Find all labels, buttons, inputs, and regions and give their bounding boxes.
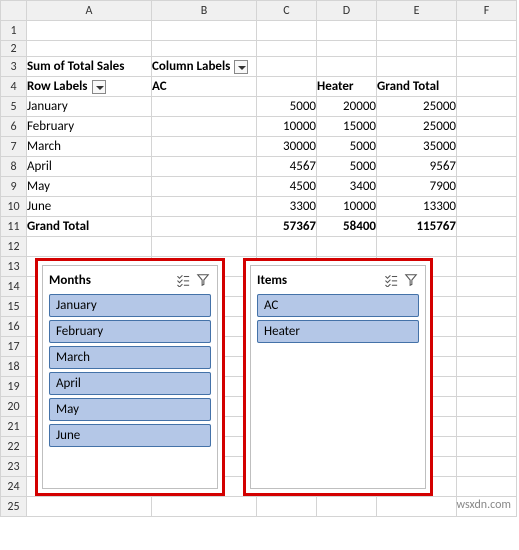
pivot-value[interactable]: 3400 — [317, 177, 377, 197]
pivot-value[interactable]: 30000 — [257, 137, 317, 157]
row-header[interactable]: 11 — [1, 217, 27, 237]
pivot-col-hdr[interactable]: Grand Total — [377, 77, 457, 97]
pivot-value[interactable]: 25000 — [377, 117, 457, 137]
row-header[interactable]: 19 — [1, 377, 27, 397]
slicer-item[interactable]: March — [49, 346, 211, 369]
row-header[interactable]: 8 — [1, 157, 27, 177]
slicer-item[interactable]: April — [49, 372, 211, 395]
row-header[interactable]: 16 — [1, 317, 27, 337]
pivot-value[interactable]: 13300 — [377, 197, 457, 217]
pivot-value[interactable]: 9567 — [377, 157, 457, 177]
pivot-row-label[interactable]: January — [27, 97, 152, 117]
slicer-title: Items — [257, 273, 383, 288]
pivot-value[interactable]: 4500 — [257, 177, 317, 197]
multi-select-icon[interactable] — [175, 272, 191, 288]
pivot-value[interactable]: 25000 — [377, 97, 457, 117]
row-header[interactable]: 21 — [1, 417, 27, 437]
pivot-row-label[interactable]: February — [27, 117, 152, 137]
pivot-row-label[interactable]: Row Labels — [27, 77, 152, 97]
dropdown-icon[interactable] — [92, 80, 106, 94]
pivot-value[interactable]: 5000 — [317, 157, 377, 177]
row-header[interactable]: 12 — [1, 237, 27, 257]
slicer-months[interactable]: Months January February March April May … — [35, 258, 225, 496]
pivot-col-hdr[interactable]: AC — [152, 77, 257, 97]
slicer-item[interactable]: AC — [257, 294, 419, 317]
row-header[interactable]: 4 — [1, 77, 27, 97]
clear-filter-icon[interactable] — [195, 272, 211, 288]
row-header[interactable]: 15 — [1, 297, 27, 317]
row-header[interactable]: 24 — [1, 477, 27, 497]
row-header[interactable]: 14 — [1, 277, 27, 297]
dropdown-icon[interactable] — [234, 60, 248, 74]
row-header[interactable]: 7 — [1, 137, 27, 157]
slicer-item[interactable]: May — [49, 398, 211, 421]
col-header-B[interactable]: B — [152, 1, 257, 21]
slicer-title: Months — [49, 273, 175, 288]
pivot-value[interactable]: 10000 — [257, 117, 317, 137]
pivot-grand-total[interactable]: 57367 — [257, 217, 317, 237]
row-header[interactable]: 13 — [1, 257, 27, 277]
row-header[interactable]: 18 — [1, 357, 27, 377]
row-header[interactable]: 6 — [1, 117, 27, 137]
row-header[interactable]: 9 — [1, 177, 27, 197]
clear-filter-icon[interactable] — [403, 272, 419, 288]
pivot-value[interactable]: 35000 — [377, 137, 457, 157]
select-all-corner[interactable] — [1, 1, 27, 21]
pivot-value[interactable]: 15000 — [317, 117, 377, 137]
slicer-item[interactable]: February — [49, 320, 211, 343]
col-header-D[interactable]: D — [317, 1, 377, 21]
pivot-value[interactable]: 7900 — [377, 177, 457, 197]
row-header[interactable]: 17 — [1, 337, 27, 357]
row-header[interactable]: 20 — [1, 397, 27, 417]
row-header[interactable]: 1 — [1, 21, 27, 41]
row-header[interactable]: 10 — [1, 197, 27, 217]
pivot-col-hdr[interactable]: Heater — [317, 77, 377, 97]
pivot-row-label[interactable]: March — [27, 137, 152, 157]
row-header[interactable]: 3 — [1, 57, 27, 77]
col-header-A[interactable]: A — [27, 1, 152, 21]
pivot-row-label[interactable]: May — [27, 177, 152, 197]
pivot-col-label[interactable]: Column Labels — [152, 57, 257, 77]
col-header-F[interactable]: F — [457, 1, 517, 21]
multi-select-icon[interactable] — [383, 272, 399, 288]
pivot-row-label[interactable]: April — [27, 157, 152, 177]
slicer-item[interactable]: January — [49, 294, 211, 317]
watermark: wsxdn.com — [456, 498, 511, 512]
slicer-items[interactable]: Items AC Heater — [243, 258, 433, 496]
pivot-value[interactable]: 4567 — [257, 157, 317, 177]
col-header-E[interactable]: E — [377, 1, 457, 21]
row-header[interactable]: 25 — [1, 497, 27, 517]
pivot-value[interactable]: 20000 — [317, 97, 377, 117]
pivot-grand-total-label[interactable]: Grand Total — [27, 217, 152, 237]
row-header[interactable]: 5 — [1, 97, 27, 117]
row-header[interactable]: 22 — [1, 437, 27, 457]
slicer-item[interactable]: Heater — [257, 320, 419, 343]
pivot-value[interactable]: 3300 — [257, 197, 317, 217]
pivot-grand-total[interactable]: 115767 — [377, 217, 457, 237]
pivot-value[interactable]: 5000 — [317, 137, 377, 157]
row-header[interactable]: 2 — [1, 41, 27, 57]
col-header-C[interactable]: C — [257, 1, 317, 21]
pivot-value[interactable]: 10000 — [317, 197, 377, 217]
pivot-grand-total[interactable]: 58400 — [317, 217, 377, 237]
pivot-row-label[interactable]: June — [27, 197, 152, 217]
row-header[interactable]: 23 — [1, 457, 27, 477]
pivot-value[interactable]: 5000 — [257, 97, 317, 117]
pivot-title[interactable]: Sum of Total Sales — [27, 57, 152, 77]
slicer-item[interactable]: June — [49, 424, 211, 447]
